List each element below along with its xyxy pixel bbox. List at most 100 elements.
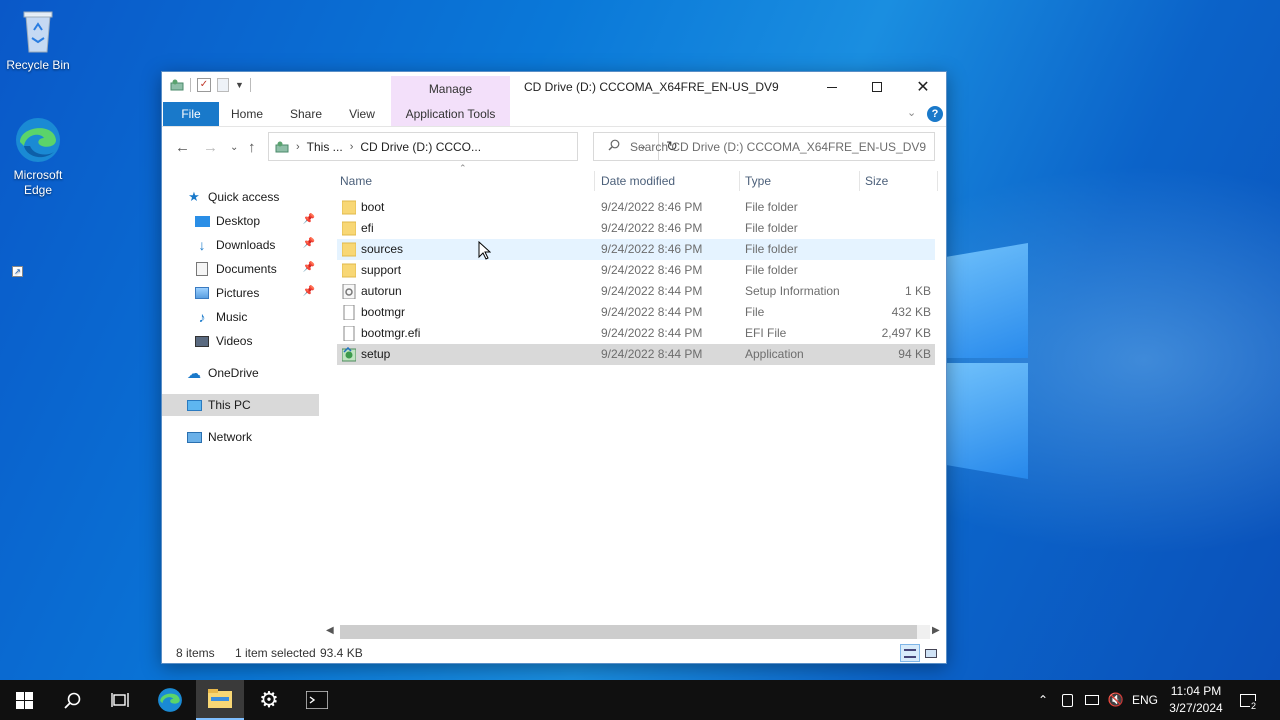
tab-view[interactable]: View <box>340 102 384 126</box>
scrollbar-thumb[interactable] <box>340 625 917 639</box>
action-center-button[interactable]: 2 <box>1234 680 1262 720</box>
column-header-name[interactable]: Name <box>340 167 590 195</box>
column-divider[interactable] <box>739 171 740 191</box>
nav-this-pc[interactable]: This PC <box>162 394 319 416</box>
file-size: 1 KB <box>904 284 931 298</box>
pin-icon[interactable]: 📌 <box>303 214 315 225</box>
desktop-recycle-bin[interactable]: Recycle Bin <box>0 8 76 72</box>
file-date: 9/24/2022 8:44 PM <box>601 305 703 319</box>
tab-application-tools[interactable]: Application Tools <box>391 102 510 126</box>
minimize-icon <box>827 86 837 88</box>
file-explorer-window[interactable]: ✓ ▼ Manage CD Drive (D:) CCCOMA_X64FRE_E… <box>161 71 947 664</box>
recent-locations-button[interactable]: ⌄ <box>230 142 238 153</box>
breadcrumb-this-pc[interactable]: This ... <box>307 140 343 154</box>
file-row[interactable]: bootmgr 9/24/2022 8:44 PM File 432 KB <box>337 302 935 323</box>
nav-pictures[interactable]: Pictures 📌 <box>162 282 319 304</box>
tray-network-icon[interactable] <box>1082 680 1102 720</box>
taskbar-terminal-button[interactable] <box>293 680 341 720</box>
start-button[interactable] <box>0 680 48 720</box>
manage-contextual-tab[interactable]: Manage <box>391 76 510 102</box>
tab-home[interactable]: Home <box>224 102 270 126</box>
task-view-button[interactable] <box>96 680 144 720</box>
search-input[interactable]: Search CD Drive (D:) CCCOMA_X64FRE_EN-US… <box>630 140 926 154</box>
column-divider[interactable] <box>937 171 938 191</box>
videos-icon <box>194 333 210 349</box>
nav-this-pc-label: This PC <box>208 398 251 412</box>
pin-icon[interactable]: 📌 <box>303 262 315 273</box>
file-size: 2,497 KB <box>881 326 931 340</box>
maximize-button[interactable] <box>854 72 900 102</box>
column-header-date[interactable]: Date modified <box>601 167 737 195</box>
file-row[interactable]: bootmgr.efi 9/24/2022 8:44 PM EFI File 2… <box>337 323 935 344</box>
qat-dropdown-icon[interactable]: ▼ <box>235 80 244 90</box>
file-row[interactable]: autorun 9/24/2022 8:44 PM Setup Informat… <box>337 281 935 302</box>
taskbar-search-button[interactable] <box>48 680 96 720</box>
nav-quick-access[interactable]: ★ Quick access <box>162 186 319 208</box>
breadcrumb-separator-icon[interactable]: › <box>296 141 300 153</box>
tray-volume-muted-icon[interactable]: 🔇 <box>1106 680 1126 720</box>
file-row[interactable]: setup 9/24/2022 8:44 PM Application 94 K… <box>337 344 935 365</box>
forward-button[interactable]: → <box>203 139 218 156</box>
scroll-left-icon[interactable]: ◀ <box>326 625 334 636</box>
nav-downloads[interactable]: ↓ Downloads 📌 <box>162 234 319 256</box>
nav-documents[interactable]: Documents 📌 <box>162 258 319 280</box>
file-size: 94 KB <box>898 347 931 361</box>
tray-device-icon[interactable] <box>1058 680 1076 720</box>
properties-icon[interactable]: ✓ <box>197 78 211 92</box>
breadcrumb-cd-drive[interactable]: CD Drive (D:) CCCO... <box>360 140 481 154</box>
file-name: autorun <box>361 284 402 298</box>
file-date: 9/24/2022 8:44 PM <box>601 326 703 340</box>
large-icons-view-button[interactable] <box>924 645 938 659</box>
scroll-right-icon[interactable]: ▶ <box>932 625 940 636</box>
horizontal-scrollbar[interactable]: ◀ ▶ <box>324 624 944 641</box>
desktop-microsoft-edge[interactable]: ↗ Microsoft Edge <box>0 116 76 277</box>
nav-onedrive[interactable]: ☁ OneDrive <box>162 362 319 384</box>
nav-network[interactable]: Network <box>162 426 319 448</box>
search-box[interactable]: Search CD Drive (D:) CCCOMA_X64FRE_EN-US… <box>593 132 935 161</box>
nav-pictures-label: Pictures <box>216 286 260 300</box>
help-icon[interactable]: ? <box>927 106 943 122</box>
tab-share[interactable]: Share <box>282 102 330 126</box>
expand-ribbon-icon[interactable]: ⌄ <box>907 106 916 119</box>
pin-icon[interactable]: 📌 <box>303 238 315 249</box>
file-row[interactable]: sources 9/24/2022 8:46 PM File folder <box>337 239 935 260</box>
details-view-button[interactable] <box>900 644 920 662</box>
status-selected: 1 item selected <box>235 646 316 660</box>
column-header-size[interactable]: Size <box>865 167 925 195</box>
folder-icon <box>341 242 357 257</box>
column-divider[interactable] <box>859 171 860 191</box>
clock[interactable]: 11:04 PM 3/27/2024 <box>1165 680 1227 720</box>
nav-desktop[interactable]: Desktop 📌 <box>162 210 319 232</box>
up-button[interactable]: ↑ <box>248 139 256 156</box>
file-type: File <box>745 305 765 319</box>
minimize-button[interactable] <box>809 72 855 102</box>
nav-music[interactable]: ♪ Music <box>162 306 319 328</box>
close-button[interactable]: ✕ <box>900 72 946 102</box>
file-name: setup <box>361 347 391 361</box>
file-date: 9/24/2022 8:46 PM <box>601 263 703 277</box>
back-button[interactable]: ← <box>175 139 190 156</box>
star-icon: ★ <box>188 189 200 204</box>
file-row[interactable]: boot 9/24/2022 8:46 PM File folder <box>337 197 935 218</box>
scrollbar-track[interactable] <box>340 625 930 639</box>
column-header-type[interactable]: Type <box>745 167 855 195</box>
address-bar[interactable]: › This ... › CD Drive (D:) CCCO... ⌄ ↻ <box>268 132 678 161</box>
taskbar-edge-button[interactable] <box>146 680 194 720</box>
column-divider[interactable] <box>594 171 595 191</box>
input-language-indicator[interactable]: ENG <box>1130 680 1160 720</box>
taskbar-file-explorer-button[interactable] <box>196 680 244 720</box>
new-folder-icon[interactable] <box>217 78 229 92</box>
file-row[interactable]: efi 9/24/2022 8:46 PM File folder <box>337 218 935 239</box>
clock-time: 11:04 PM <box>1170 684 1222 698</box>
nav-onedrive-label: OneDrive <box>208 366 259 380</box>
nav-videos[interactable]: Videos <box>162 330 319 352</box>
breadcrumb-separator-icon[interactable]: › <box>350 141 354 153</box>
taskbar-settings-button[interactable]: ⚙ <box>245 680 293 720</box>
show-hidden-icons-button[interactable]: ⌃ <box>1034 680 1052 720</box>
title-bar[interactable]: ✓ ▼ Manage CD Drive (D:) CCCOMA_X64FRE_E… <box>162 72 946 102</box>
file-type: Application <box>745 347 804 361</box>
tab-file[interactable]: File <box>163 102 219 126</box>
file-row[interactable]: support 9/24/2022 8:46 PM File folder <box>337 260 935 281</box>
file-date: 9/24/2022 8:44 PM <box>601 347 703 361</box>
pin-icon[interactable]: 📌 <box>303 286 315 297</box>
